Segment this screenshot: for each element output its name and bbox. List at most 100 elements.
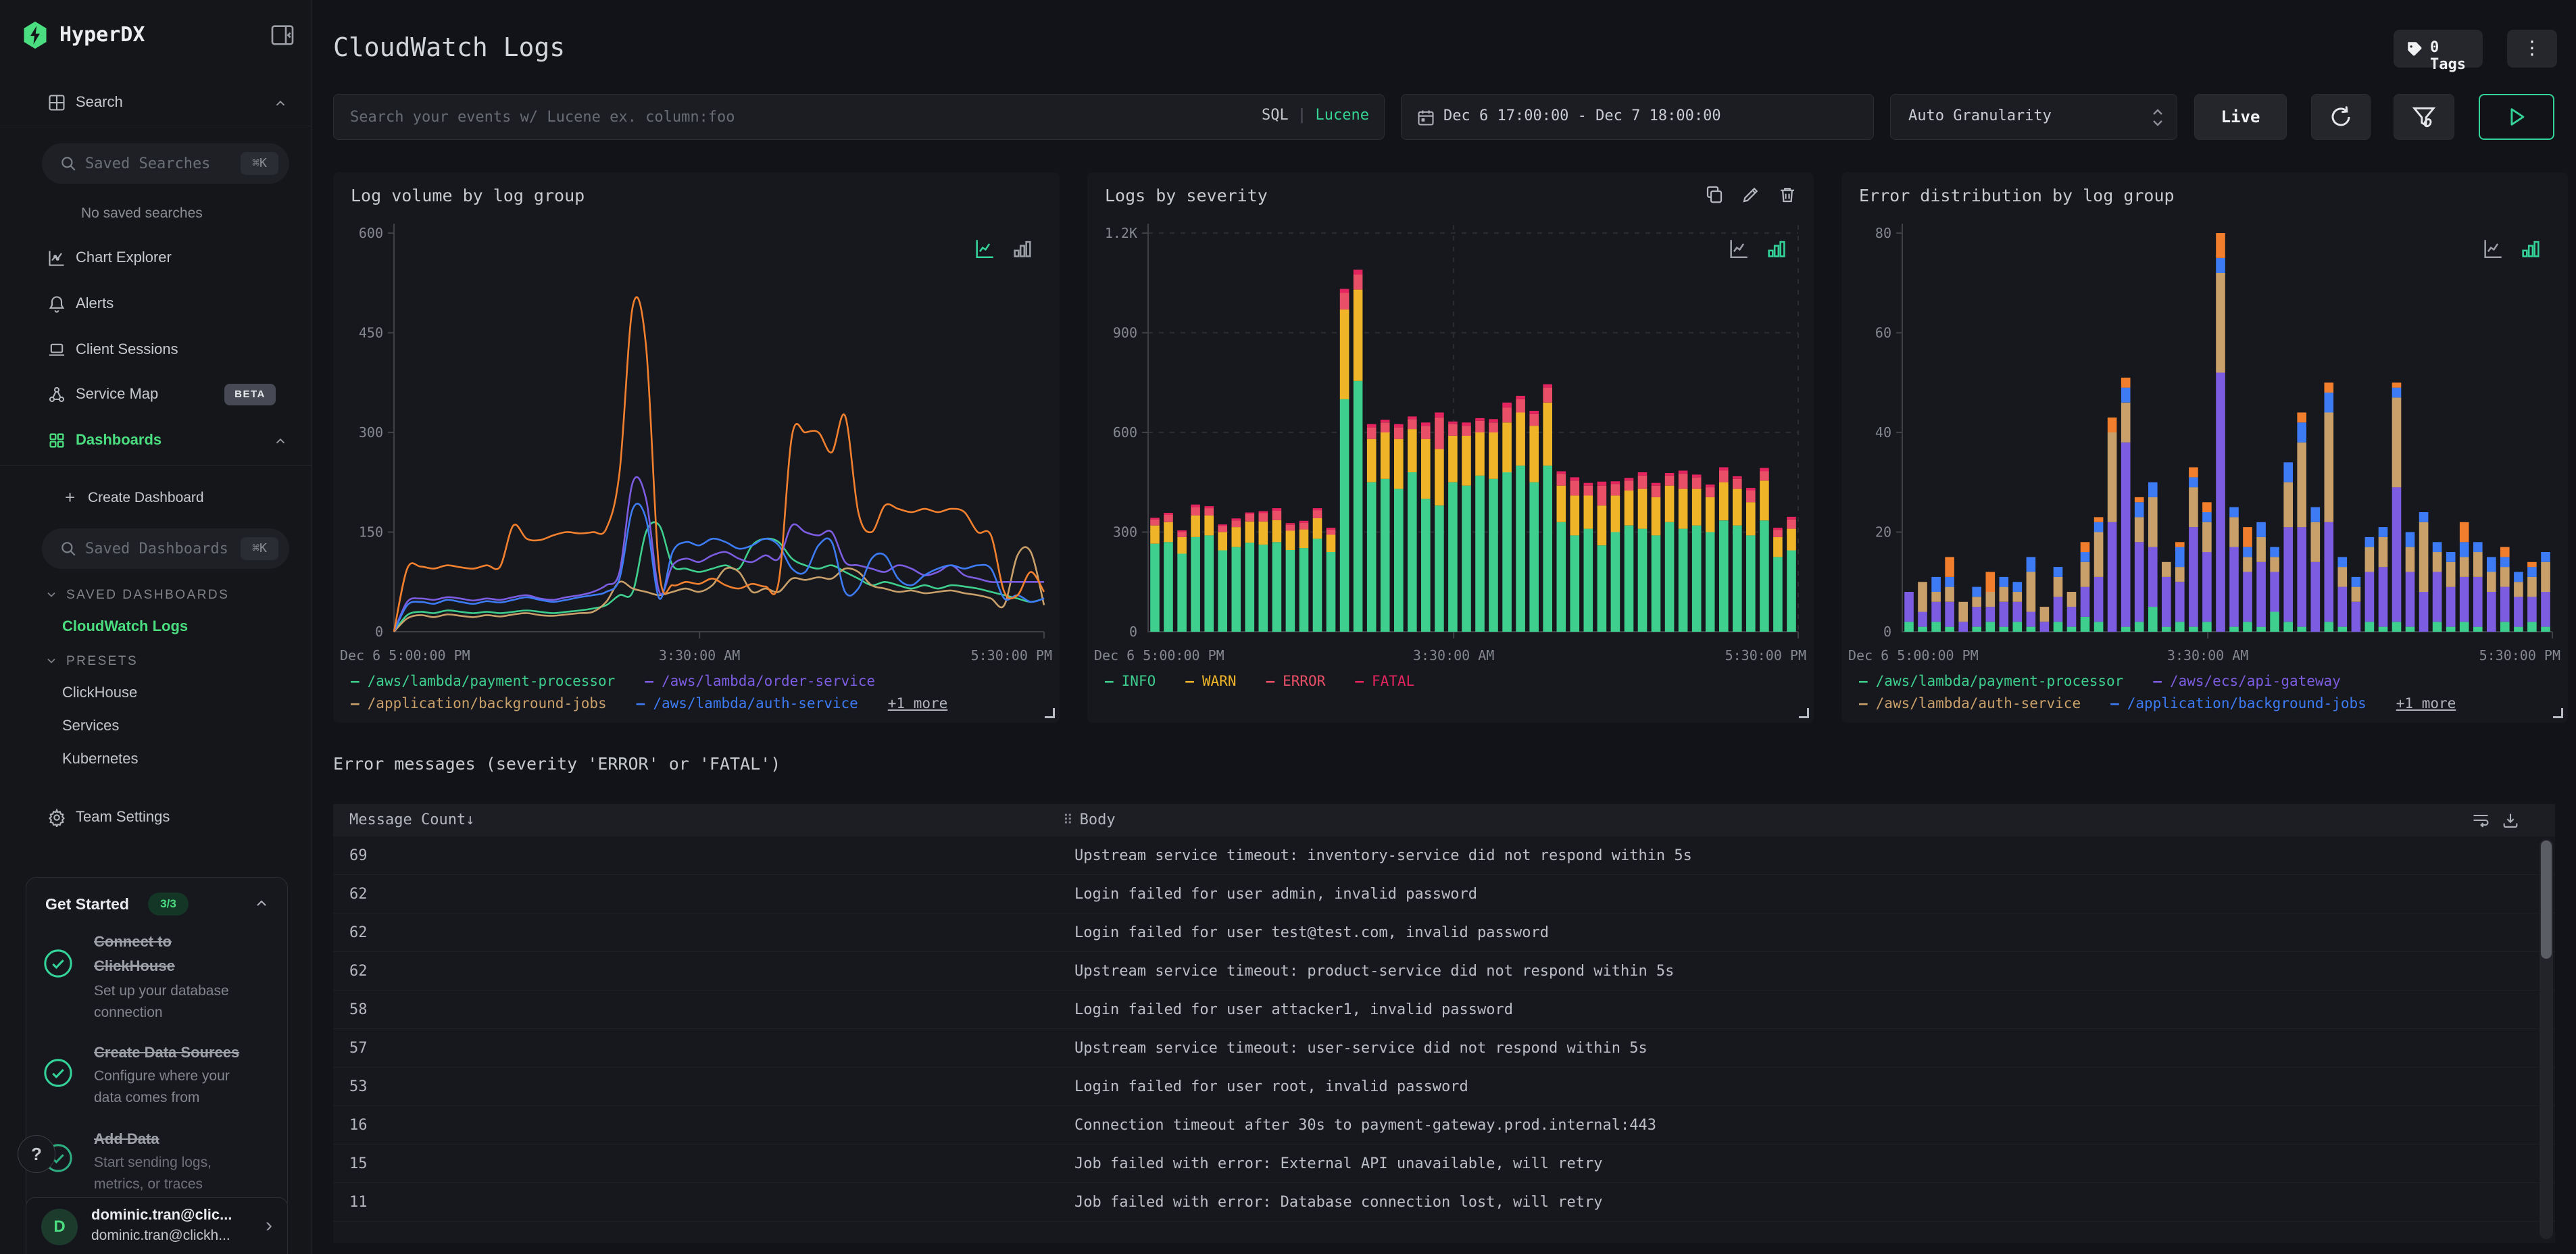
bar-chart-toggle-icon[interactable] [1011,237,1034,260]
sidebar-link-kubernetes[interactable]: Kubernetes [62,750,139,768]
granularity-select[interactable]: Auto Granularity [1890,94,2177,140]
chevron-up-icon[interactable] [273,96,288,111]
download-icon[interactable] [2501,811,2520,830]
chevron-up-icon[interactable] [273,434,288,449]
error-messages-table: Message Count↓ ⠿ Body 69 Upstream service … [333,804,2555,1243]
legend-more-link[interactable]: +1 more [888,695,948,711]
bar-chart-toggle-icon[interactable] [1765,237,1788,260]
date-range-value: Dec 6 17:00:00 - Dec 7 18:00:00 [1443,107,1721,124]
sidebar-item-dashboards[interactable]: Dashboards [0,426,312,455]
gs-item-title[interactable]: Connect to [94,933,172,951]
table-row[interactable]: 11 Job failed with error: Database connec… [333,1183,2555,1222]
table-row[interactable]: 16 Connection timeout after 30s to paymen… [333,1106,2555,1145]
table-row[interactable]: 69 Upstream service timeout: inventory-se… [333,836,2555,875]
gear-icon [49,808,65,827]
svg-text:Dec 6 5:00:00 PM: Dec 6 5:00:00 PM [340,647,470,663]
column-header-message-count[interactable]: Message Count↓ [349,811,474,828]
event-search-input[interactable] [350,95,1147,139]
table-row[interactable]: 62 Login failed for user admin, invalid p… [333,875,2555,913]
chevron-up-icon[interactable] [253,895,270,911]
sidebar-link-cloudwatch-logs[interactable]: CloudWatch Logs [62,618,188,635]
legend-item: — FATAL [1355,672,1415,689]
body-cell: Upstream service timeout: user-service d… [1074,1040,1648,1057]
saved-searches-field[interactable] [85,143,234,184]
check-circle-icon [44,949,72,978]
panel-resize-handle[interactable] [2553,708,2563,718]
table-rows: 69 Upstream service timeout: inventory-se… [333,836,2555,1222]
date-range-picker[interactable]: Dec 6 17:00:00 - Dec 7 18:00:00 [1401,94,1874,140]
table-row[interactable]: 53 Login failed for user root, invalid pa… [333,1068,2555,1106]
sql-toggle[interactable]: SQL [1262,107,1289,124]
chart-explorer-icon [49,251,64,266]
panel-resize-handle[interactable] [1799,708,1809,718]
sidebar-item-chart-explorer[interactable]: Chart Explorer [0,243,312,273]
column-drag-icon[interactable]: ⠿ [1063,811,1073,828]
saved-dashboards-group[interactable]: SAVED DASHBOARDS [47,588,229,603]
log-volume-chart[interactable]: 600 450 300 150 0 Dec 6 5:00:00 PM 3:30:00 AM 5… [333,199,1060,666]
brand: HyperDX [20,19,294,51]
chart-type-toggles [2481,237,2542,260]
table-row[interactable]: 62 Login failed for user test@test.com, i… [333,913,2555,952]
table-scrollbar[interactable] [2540,839,2553,1239]
panel-menu-button[interactable]: ⋮ [2507,30,2557,68]
no-saved-searches-text: No saved searches [81,205,203,221]
sidebar-link-services[interactable]: Services [62,717,119,734]
saved-dashboards-input[interactable]: ⌘K [42,528,289,569]
sidebar-item-service-map[interactable]: Service Map BETA [0,380,312,409]
legend-item: —/aws/ecs/api-gateway [2153,672,2341,689]
column-header-body[interactable]: ⠿ Body [1063,811,1116,828]
dashboards-icon [49,433,64,448]
logs-by-severity-chart[interactable]: 1.2K 900 600 300 0 Dec 6 5:00:00 PM 3:30:00 AM… [1087,199,1814,666]
run-query-button[interactable] [2479,94,2554,140]
chart-panel-error-distribution: Error distribution by log group 80 60 40 20… [1841,172,2568,723]
presets-group[interactable]: PRESETS [47,654,138,669]
user-email: dominic.tran@clickh... [91,1228,230,1243]
panel-resize-handle[interactable] [1045,708,1055,718]
lucene-toggle[interactable]: Lucene [1316,107,1369,124]
gs-item-title[interactable]: ClickHouse [94,957,175,975]
legend-item: — INFO [1105,672,1156,689]
refresh-button[interactable] [2311,94,2371,140]
select-chevrons-icon [2153,109,2162,126]
saved-dashboards-field[interactable] [85,528,234,569]
create-dashboard-button[interactable]: + Create Dashboard [0,484,312,513]
tags-button[interactable]: 0 Tags [2394,30,2483,73]
bar-chart-toggle-icon[interactable] [2519,237,2542,260]
legend-item: —/aws/lambda/payment-processor [351,672,616,689]
user-name: dominic.tran@clic... [91,1206,232,1223]
body-cell: Connection timeout after 30s to payment-… [1074,1117,1656,1134]
table-row[interactable]: 62 Upstream service timeout: product-serv… [333,952,2555,990]
table-row[interactable]: 58 Login failed for user attacker1, inval… [333,990,2555,1029]
gs-item-title[interactable]: Create Data Sources [94,1044,239,1061]
saved-searches-input[interactable]: ⌘K [42,143,289,184]
message-count-cell: 58 [349,1001,368,1018]
sidebar-item-team-settings[interactable]: Team Settings [0,803,312,832]
line-chart-toggle-icon[interactable] [2481,237,2504,260]
chevron-right-icon: › [266,1214,272,1236]
legend-more-link[interactable]: +1 more [2396,695,2456,711]
user-account-card[interactable]: D dominic.tran@clic... dominic.tran@clic… [26,1197,288,1254]
sidebar-item-search[interactable]: Search [0,88,312,118]
sidebar-item-client-sessions[interactable]: Client Sessions [0,335,312,365]
table-row[interactable]: 57 Upstream service timeout: user-service… [333,1029,2555,1068]
scrollbar-thumb[interactable] [2541,841,2552,959]
sidebar-item-alerts[interactable]: Alerts [0,289,312,319]
svg-text:0: 0 [1883,624,1891,640]
wrap-text-icon[interactable] [2471,811,2490,830]
line-chart-toggle-icon[interactable] [973,237,996,260]
line-chart-toggle-icon[interactable] [1727,237,1750,260]
filter-button[interactable] [2394,94,2454,140]
message-count-cell: 53 [349,1078,368,1095]
svg-text:300: 300 [359,424,383,441]
sidebar-link-clickhouse[interactable]: ClickHouse [62,684,137,701]
error-distribution-chart[interactable]: 80 60 40 20 0 Dec 6 5:00:00 PM 3:30:00 AM 5:30:… [1841,199,2568,666]
table-row[interactable]: 15 Job failed with error: External API un… [333,1145,2555,1183]
query-language-switch[interactable]: SQL | Lucene [1262,107,1369,124]
svg-text:5:30:00 PM: 5:30:00 PM [971,647,1052,663]
live-button[interactable]: Live [2194,94,2287,140]
gs-item-title[interactable]: Add Data [94,1130,159,1148]
sidebar-collapse-icon[interactable] [269,22,296,49]
sidebar: HyperDX Search ⌘K No saved searches Char… [0,0,312,1254]
help-button[interactable]: ? [18,1135,55,1173]
event-search-bar[interactable]: SQL | Lucene [333,94,1385,140]
